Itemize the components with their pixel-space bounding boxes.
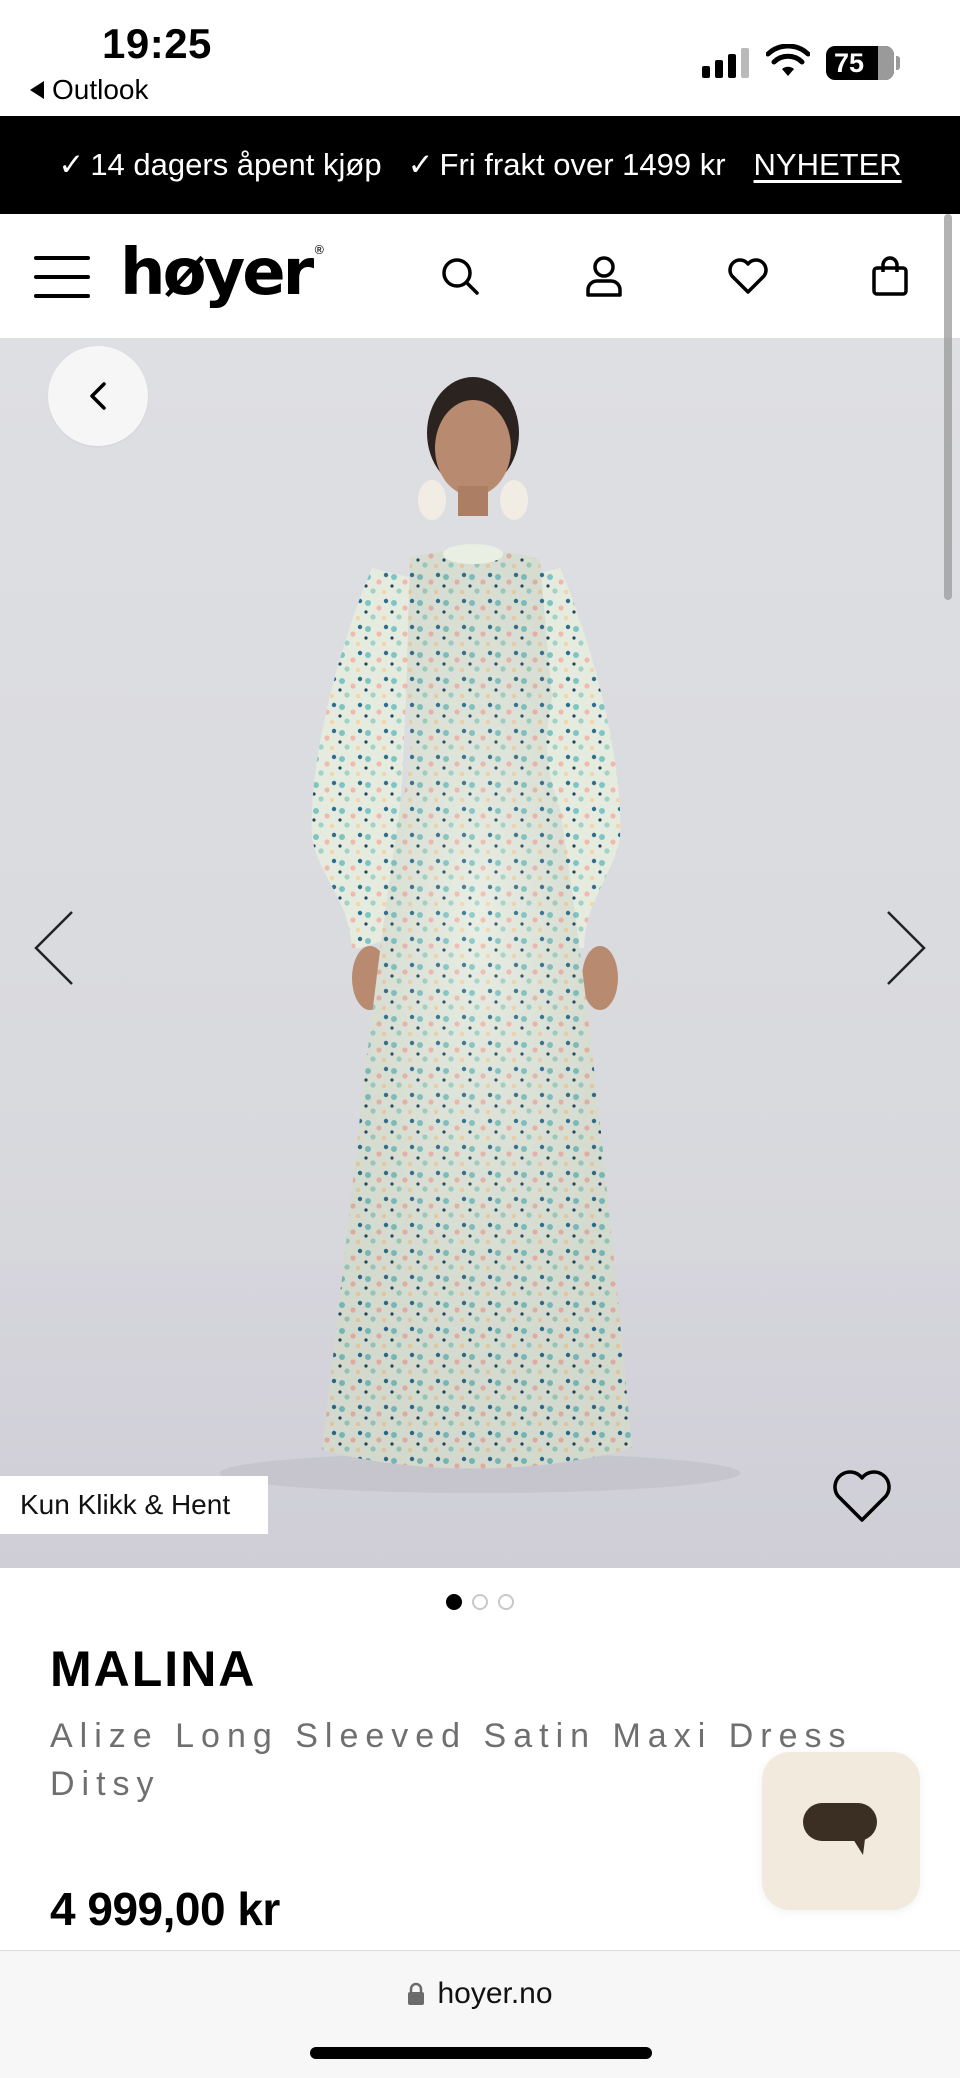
chevron-left-icon [90,382,106,410]
lock-icon [408,1982,425,2005]
shopping-bag-icon[interactable] [868,254,912,298]
back-triangle-icon [30,81,44,99]
previous-image-arrow-icon[interactable] [30,908,80,988]
battery-icon: 75 [826,46,894,80]
promo-free-shipping-text: Fri frakt over 1499 kr [439,147,726,182]
click-and-collect-badge: Kun Klikk & Hent [0,1476,268,1534]
ios-status-bar: 19:25 Outlook 75 [0,0,960,116]
product-price: 4 999,00 kr [50,1883,280,1935]
promo-open-purchase-text: 14 dagers åpent kjøp [90,147,382,182]
check-icon: ✓ [407,147,434,182]
search-icon[interactable] [438,254,482,298]
page-scrollbar[interactable] [944,214,952,600]
chat-bubble-icon [803,1803,877,1855]
add-to-wishlist-heart-icon[interactable] [830,1466,894,1526]
carousel-dot-1[interactable] [446,1594,462,1610]
back-button[interactable] [48,346,148,446]
carousel-dot-3[interactable] [498,1594,514,1610]
site-logo[interactable]: høyer ® [120,236,325,310]
carousel-dot-2[interactable] [472,1594,488,1610]
home-indicator[interactable] [310,2047,652,2059]
promo-bar: ✓ 14 dagers åpent kjøp ✓ Fri frakt over … [0,116,960,214]
hamburger-menu-icon[interactable] [34,256,90,298]
user-icon[interactable] [582,254,626,298]
chat-button[interactable] [762,1752,920,1910]
next-image-arrow-icon[interactable] [880,908,930,988]
carousel-pagination [0,1594,960,1610]
status-time: 19:25 [102,20,212,67]
url-text: hoyer.no [437,1977,553,2010]
product-photo [220,377,740,1493]
check-icon: ✓ [58,147,85,182]
wifi-icon [766,44,810,76]
back-app-label: Outlook [52,74,149,105]
browser-address-bar[interactable]: hoyer.no [0,1950,960,2078]
url-display[interactable]: hoyer.no [0,1977,960,2011]
heart-icon[interactable] [726,254,770,298]
promo-open-purchase: ✓ 14 dagers åpent kjøp [58,147,381,183]
product-brand[interactable]: MALINA [50,1640,256,1698]
back-to-app-link[interactable]: Outlook [30,74,149,106]
news-link[interactable]: NYHETER [754,147,902,183]
promo-free-shipping: ✓ Fri frakt over 1499 kr [408,147,726,183]
battery-level: 75 [834,47,865,78]
product-image-gallery[interactable]: Kun Klikk & Hent [0,338,960,1568]
site-header: høyer ® [0,214,960,338]
product-name: Alize Long Sleeved Satin Maxi Dress Dits… [50,1717,853,1803]
cellular-signal-icon [702,48,749,78]
